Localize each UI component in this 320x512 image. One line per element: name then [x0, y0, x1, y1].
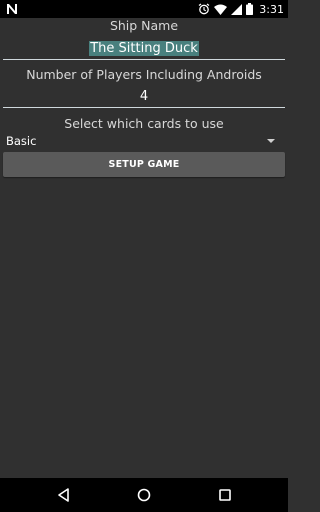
navigation-bar [0, 478, 288, 512]
players-input[interactable]: 4 [3, 87, 285, 108]
home-icon[interactable] [136, 487, 152, 503]
status-icons: 3:31 [198, 0, 284, 18]
setup-game-button[interactable]: SETUP GAME [3, 152, 285, 177]
dropdown-arrow-icon [267, 139, 275, 143]
ship-name-input[interactable]: The Sitting Duck [3, 39, 285, 60]
screen: 3:31 Ship Name The Sitting Duck Number o… [0, 0, 288, 512]
players-value: 4 [139, 89, 149, 104]
notification-n-icon [5, 2, 19, 16]
status-bar: 3:31 [0, 0, 288, 18]
cards-spinner[interactable]: Basic [3, 132, 285, 150]
battery-icon [246, 3, 254, 15]
players-label: Number of Players Including Androids [26, 67, 262, 82]
ship-name-label: Ship Name [109, 18, 179, 33]
ship-name-value: The Sitting Duck [89, 41, 199, 56]
recents-icon[interactable] [217, 487, 233, 503]
cards-selected-value: Basic [6, 134, 37, 148]
status-time: 3:31 [259, 2, 284, 16]
wifi-icon [214, 4, 228, 15]
cellular-icon [231, 3, 243, 15]
back-icon[interactable] [56, 487, 72, 503]
alarm-icon [198, 3, 210, 15]
cards-label: Select which cards to use [64, 116, 224, 131]
